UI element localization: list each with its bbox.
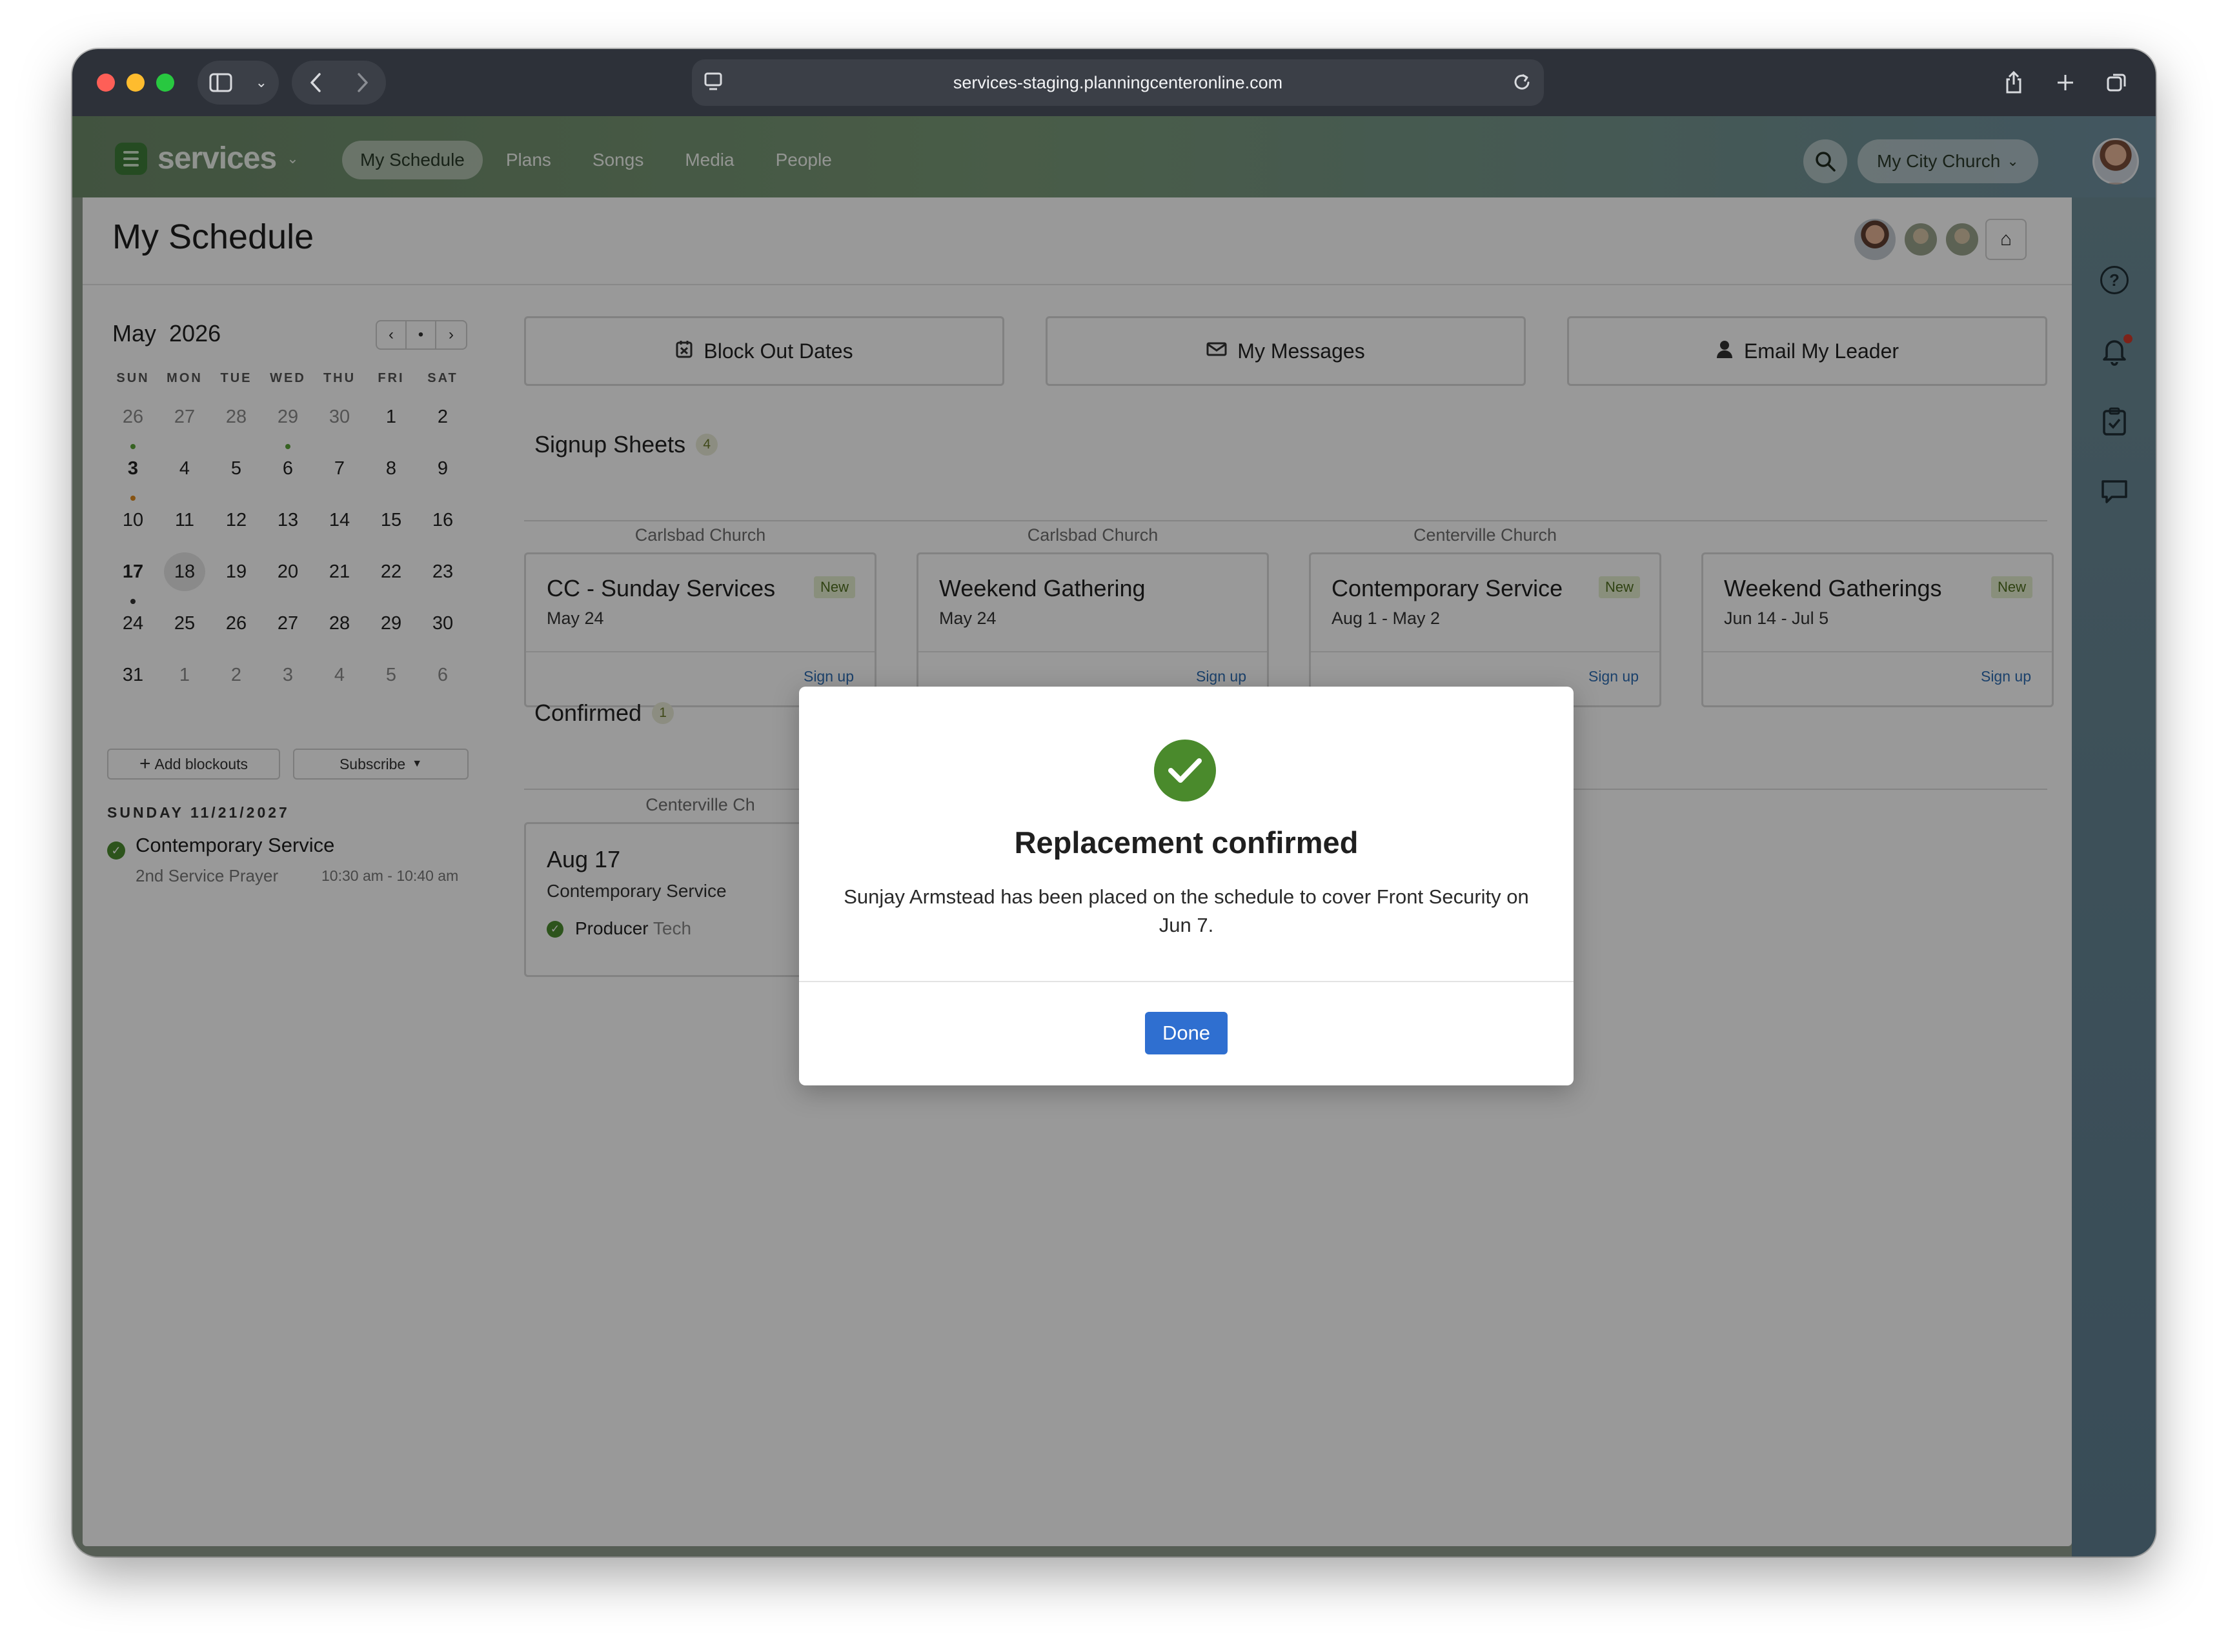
- new-tab-icon[interactable]: [2042, 61, 2089, 105]
- browser-toolbar: ⌄ services-staging.planningcenteronline.…: [72, 49, 2156, 116]
- site-settings-icon[interactable]: [704, 71, 723, 93]
- confirmation-modal: Replacement confirmed Sunjay Armstead ha…: [799, 687, 1574, 1085]
- window-controls: [97, 74, 174, 92]
- modal-title: Replacement confirmed: [1014, 825, 1359, 860]
- done-button[interactable]: Done: [1145, 1012, 1228, 1054]
- history-nav: [292, 61, 386, 105]
- minimize-window-button[interactable]: [127, 74, 145, 92]
- modal-message: Sunjay Armstead has been placed on the s…: [844, 885, 1529, 936]
- sidebar-toggle-group[interactable]: ⌄: [197, 61, 279, 105]
- close-window-button[interactable]: [97, 74, 115, 92]
- browser-actions: [1990, 61, 2140, 105]
- chevron-down-icon[interactable]: ⌄: [256, 76, 267, 90]
- sidebar-icon[interactable]: [209, 73, 232, 92]
- reload-icon[interactable]: [1512, 71, 1532, 93]
- share-icon[interactable]: [1990, 61, 2037, 105]
- forward-icon[interactable]: [356, 72, 369, 93]
- zoom-window-button[interactable]: [156, 74, 174, 92]
- url-text: services-staging.planningcenteronline.co…: [953, 72, 1283, 92]
- modal-divider: [799, 981, 1574, 982]
- browser-window: ⌄ services-staging.planningcenteronline.…: [72, 49, 2156, 1556]
- address-bar[interactable]: services-staging.planningcenteronline.co…: [692, 59, 1544, 106]
- success-check-icon: [1154, 740, 1216, 801]
- back-icon[interactable]: [309, 72, 322, 93]
- tab-overview-icon[interactable]: [2094, 61, 2140, 105]
